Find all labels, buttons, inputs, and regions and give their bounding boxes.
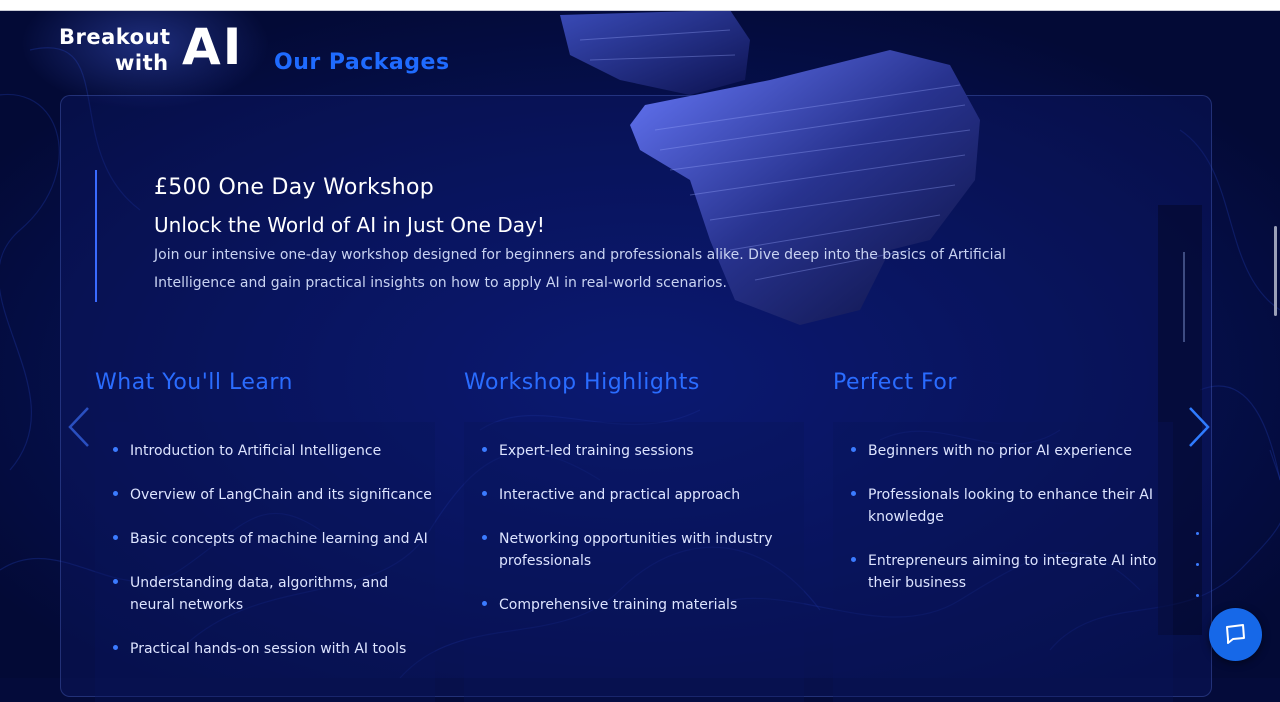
highlights-list: Expert-led training sessions Interactive…: [482, 440, 802, 638]
column-heading: Perfect For: [833, 370, 957, 395]
column-workshop-highlights: Workshop Highlights Expert-led training …: [464, 370, 804, 702]
list-item: Beginners with no prior AI experience: [851, 440, 1171, 462]
page-heading: Our Packages: [274, 50, 450, 75]
chevron-right-icon[interactable]: [1186, 405, 1212, 449]
list-item: Interactive and practical approach: [482, 484, 802, 506]
package-intro: £500 One Day Workshop Unlock the World o…: [95, 170, 1133, 302]
list-item: Understanding data, algorithms, and neur…: [113, 572, 433, 616]
chat-icon: [1226, 624, 1245, 644]
list-item: Expert-led training sessions: [482, 440, 802, 462]
list-item: Practical hands-on session with AI tools: [113, 638, 433, 660]
list-item: Professionals looking to enhance their A…: [851, 484, 1171, 528]
pagination-dot[interactable]: [1196, 563, 1199, 566]
browser-top-strip: [0, 0, 1280, 11]
next-slide-divider: [1183, 252, 1185, 342]
brand-logo[interactable]: Breakout with AI: [58, 18, 258, 78]
list-item: Introduction to Artificial Intelligence: [113, 440, 433, 462]
page-scrollbar[interactable]: [1274, 226, 1277, 316]
brand-line-1: Breakout: [59, 25, 171, 49]
chevron-left-icon[interactable]: [66, 405, 92, 449]
column-heading: What You'll Learn: [95, 370, 293, 395]
audience-list: Beginners with no prior AI experience Pr…: [851, 440, 1171, 616]
package-description: Join our intensive one-day workshop desi…: [154, 247, 1006, 291]
pagination-dot[interactable]: [1196, 594, 1199, 597]
list-item: Overview of LangChain and its significan…: [113, 484, 433, 506]
column-heading: Workshop Highlights: [464, 370, 700, 395]
column-what-you-learn: What You'll Learn Introduction to Artifi…: [95, 370, 435, 702]
pagination-dot[interactable]: [1196, 532, 1199, 535]
brand-ai: AI: [182, 18, 244, 76]
package-price-title: £500 One Day Workshop: [154, 175, 435, 200]
package-tagline: Unlock the World of AI in Just One Day!: [154, 213, 545, 237]
list-item: Basic concepts of machine learning and A…: [113, 528, 433, 550]
list-item: Comprehensive training materials: [482, 594, 802, 616]
column-perfect-for: Perfect For Beginners with no prior AI e…: [833, 370, 1173, 702]
brand-line-2: with: [115, 51, 169, 75]
learn-list: Introduction to Artificial Intelligence …: [113, 440, 433, 682]
list-item: Entrepreneurs aiming to integrate AI int…: [851, 550, 1171, 594]
list-item: Networking opportunities with industry p…: [482, 528, 802, 572]
chat-button[interactable]: [1209, 608, 1262, 661]
